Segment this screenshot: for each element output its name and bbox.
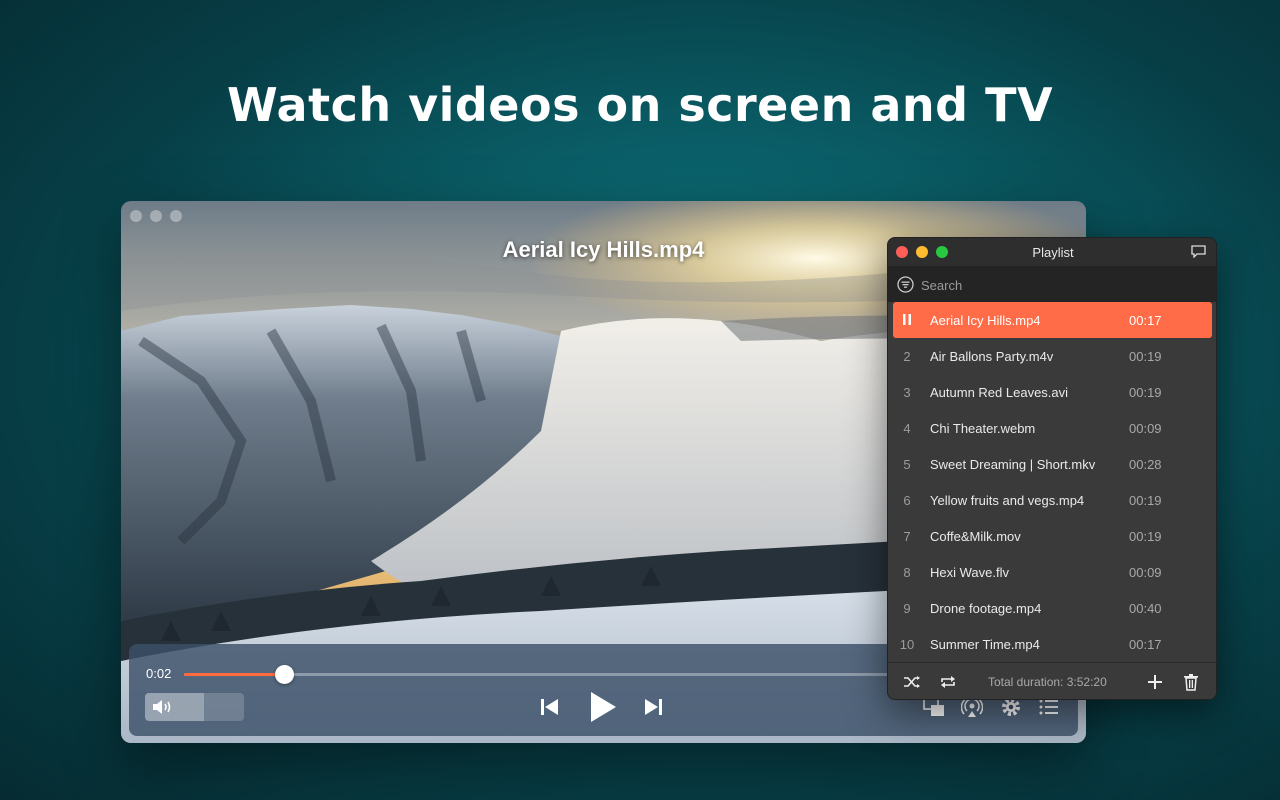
playlist-item-number: 7 [903,529,911,544]
playlist-item-duration: 00:09 [1129,565,1162,580]
playlist-item-name: Air Ballons Party.m4v [930,349,1054,364]
playlist-item-name: Hexi Wave.flv [930,565,1009,580]
window-controls [130,210,182,222]
playlist-item[interactable]: 9 Drone footage.mp4 00:40 [893,590,1212,626]
search-input[interactable] [921,275,1201,295]
playlist-item-duration: 00:17 [1129,637,1162,652]
playlist-item-number: 6 [903,493,911,508]
playlist-footer: Total duration: 3:52:20 [888,662,1216,699]
play-icon [591,692,616,722]
playlist-item-duration: 00:28 [1129,457,1162,472]
seek-bar-progress [184,673,284,676]
repeat-icon[interactable] [939,673,957,691]
total-duration: Total duration: 3:52:20 [988,675,1107,689]
playlist-item-number: 8 [903,565,911,580]
seek-bar-thumb[interactable] [274,665,294,684]
current-time: 0:02 [146,666,172,681]
playlist-item[interactable]: 3 Autumn Red Leaves.avi 00:19 [893,374,1212,410]
playlist-item-name: Yellow fruits and vegs.mp4 [930,493,1085,508]
playlist-item[interactable]: 7 Coffe&Milk.mov 00:19 [893,518,1212,554]
playlist-icon [1039,699,1058,715]
playlist-item-duration: 00:19 [1129,385,1162,400]
playlist-item-name: Chi Theater.webm [930,421,1036,436]
playlist-item[interactable]: 8 Hexi Wave.flv 00:09 [893,554,1212,590]
playlist-search-bar [888,266,1216,302]
playlist-item-name: Sweet Dreaming | Short.mkv [930,457,1096,472]
playlist-item-duration: 00:09 [1129,421,1162,436]
playlist-item-number: 5 [903,457,911,472]
shuffle-icon[interactable] [903,673,921,691]
playlist-items: Aerial Icy Hills.mp4 00:17 2 Air Ballons Pa… [888,302,1216,662]
playlist-window: Playlist Aerial Icy Hills.mp4 00:17 2 Air B… [887,237,1217,700]
playlist-item[interactable]: 4 Chi Theater.webm 00:09 [893,410,1212,446]
minimize-button[interactable] [150,210,162,222]
headline: Watch videos on screen and TV [226,78,1054,132]
zoom-button[interactable] [170,210,182,222]
playlist-item[interactable]: 10 Summer Time.mp4 00:17 [893,626,1212,662]
playlist-item[interactable]: 6 Yellow fruits and vegs.mp4 00:19 [893,482,1212,518]
play-button[interactable] [587,690,619,724]
playlist-item[interactable]: Aerial Icy Hills.mp4 00:17 [893,302,1212,338]
playlist-item[interactable]: 2 Air Ballons Party.m4v 00:19 [893,338,1212,374]
trash-icon[interactable] [1182,673,1200,691]
volume-icon [153,700,171,714]
playlist-item-duration: 00:17 [1129,313,1162,328]
next-icon [645,699,662,715]
playlist-titlebar: Playlist [888,238,1216,266]
playlist-item-number: 10 [899,637,915,652]
playlist-item-name: Autumn Red Leaves.avi [930,385,1069,400]
playlist-item-name: Coffe&Milk.mov [930,529,1021,544]
chat-icon[interactable] [1191,245,1206,258]
playlist-item-duration: 00:19 [1129,493,1162,508]
playlist-item-name: Summer Time.mp4 [930,637,1040,652]
playlist-item-duration: 00:19 [1129,529,1162,544]
playlist-title: Playlist [1032,245,1074,260]
volume-slider[interactable] [145,693,244,721]
next-button[interactable] [642,696,664,718]
playlist-item-number: 9 [903,601,911,616]
seek-bar[interactable] [184,665,924,684]
playlist-item-number: 3 [903,385,911,400]
playlist-item-number: 2 [903,349,911,364]
previous-icon [541,699,558,715]
pip-icon [923,697,944,716]
add-icon[interactable] [1146,673,1164,691]
playlist-item-duration: 00:19 [1129,349,1162,364]
playlist-item-name: Drone footage.mp4 [930,601,1042,616]
previous-button[interactable] [539,696,561,718]
pause-icon [893,313,921,328]
playlist-item-name: Aerial Icy Hills.mp4 [930,313,1041,328]
playlist-item-number: 4 [903,421,911,436]
filter-icon[interactable] [897,276,914,293]
playlist-item-duration: 00:40 [1129,601,1162,616]
close-button[interactable] [130,210,142,222]
playlist-item[interactable]: 5 Sweet Dreaming | Short.mkv 00:28 [893,446,1212,482]
